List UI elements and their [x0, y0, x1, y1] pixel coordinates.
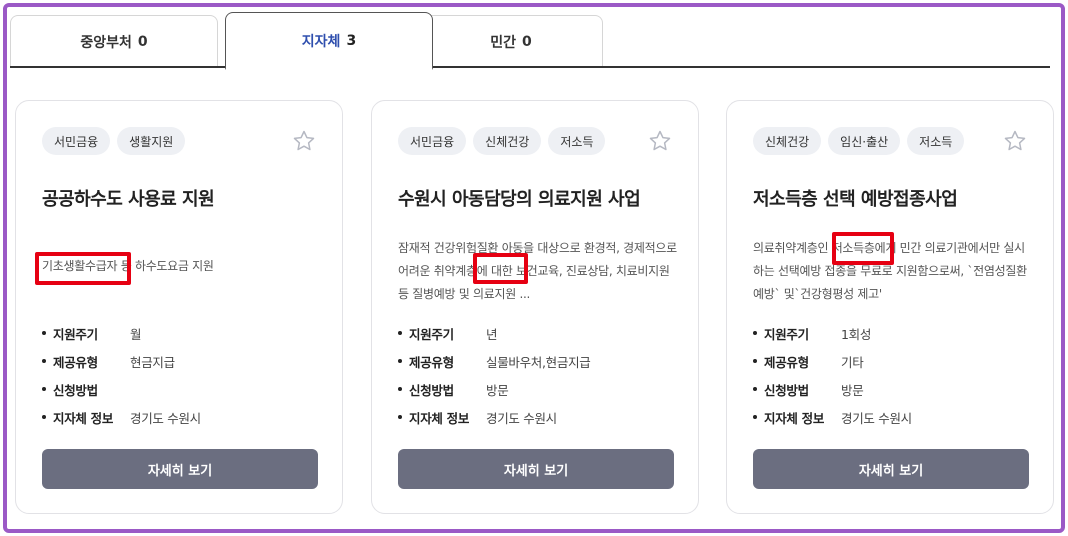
info-row: 제공유형 기타	[753, 347, 912, 375]
tag-list: 서민금융 신체건강 저소득	[398, 127, 606, 155]
info-row: 지원주기 월	[42, 319, 201, 347]
service-description: 잠재적 건강위험질환 아동을 대상으로 환경적, 경제적으로 어려운 취약계층에…	[398, 241, 677, 301]
service-title: 공공하수도 사용료 지원	[42, 189, 215, 210]
tab-label: 중앙부처	[80, 35, 132, 51]
info-value: 년	[486, 326, 498, 342]
info-value: 방문	[841, 382, 864, 398]
info-key: 지원주기	[53, 326, 98, 342]
tag-list: 서민금융 생활지원	[42, 127, 186, 155]
tab-count: 0	[522, 34, 532, 50]
service-card: 서민금융 신체건강 저소득 수원시 아동담당의 의료지원 사업 잠재적 건강위험…	[371, 100, 699, 514]
star-outline-icon[interactable]	[292, 129, 316, 153]
service-card: 서민금융 생활지원 공공하수도 사용료 지원 기초생활수급자 등 하수도요금 지…	[15, 100, 343, 514]
star-outline-icon[interactable]	[648, 129, 672, 153]
info-key: 신청방법	[53, 382, 98, 398]
service-card: 신체건강 임신·출산 저소득 저소득층 선택 예방접종사업 의료취약계층인 저소…	[726, 100, 1054, 514]
info-value: 현금지급	[130, 354, 175, 370]
info-key: 제공유형	[53, 354, 98, 370]
service-title: 저소득층 선택 예방접종사업	[753, 189, 958, 210]
info-key: 지자체 정보	[53, 410, 114, 426]
tab-label: 지자체	[301, 33, 341, 50]
service-info-list: 지원주기 1회성 제공유형 기타 신청방법 방문 지자체 정보 경기도 수원시	[753, 319, 912, 431]
tab-count: 3	[346, 32, 357, 49]
tab-count: 0	[137, 34, 148, 50]
info-row: 신청방법	[42, 375, 201, 403]
info-value: 기타	[841, 354, 864, 370]
tag: 임신·출산	[828, 127, 901, 155]
info-key: 지원주기	[764, 326, 809, 342]
tag: 저소득	[548, 127, 606, 155]
tag: 생활지원	[117, 127, 186, 155]
tab-bar: 중앙부처 0 지자체 3 민간 0	[10, 12, 1050, 70]
service-description: 기초생활수급자 등 하수도요금 지원	[42, 259, 214, 273]
info-row: 지원주기 년	[398, 319, 590, 347]
tab-private[interactable]: 민간 0	[419, 15, 603, 68]
service-description: 의료취약계층인 저소득층에게 민간 의료기관에서만 실시하는 선택예방 접종을 …	[753, 241, 1027, 301]
service-title: 수원시 아동담당의 의료지원 사업	[398, 189, 641, 210]
info-key: 신청방법	[764, 382, 809, 398]
info-row: 신청방법 방문	[753, 375, 912, 403]
tag: 신체건강	[473, 127, 542, 155]
star-outline-icon[interactable]	[1003, 129, 1027, 153]
info-key: 제공유형	[764, 354, 809, 370]
tab-underline	[10, 66, 1050, 68]
service-card-list: 서민금융 생활지원 공공하수도 사용료 지원 기초생활수급자 등 하수도요금 지…	[10, 96, 1054, 516]
info-value: 방문	[486, 382, 509, 398]
tag: 신체건강	[753, 127, 822, 155]
info-value: 실물바우처,현금지급	[486, 354, 591, 370]
view-details-button[interactable]: 자세히 보기	[42, 449, 318, 489]
tag: 저소득	[907, 127, 965, 155]
info-value: 월	[130, 326, 142, 342]
info-row: 지자체 정보 경기도 수원시	[398, 403, 590, 431]
tab-central-ministry[interactable]: 중앙부처 0	[10, 15, 218, 68]
view-details-button[interactable]: 자세히 보기	[398, 449, 674, 489]
info-row: 제공유형 실물바우처,현금지급	[398, 347, 591, 375]
info-key: 지원주기	[409, 326, 454, 342]
info-key: 지자체 정보	[764, 410, 825, 426]
info-key: 신청방법	[409, 382, 454, 398]
info-value: 경기도 수원시	[486, 410, 557, 426]
tag: 서민금융	[42, 127, 111, 155]
info-value: 경기도 수원시	[841, 410, 912, 426]
info-row: 지원주기 1회성	[753, 319, 912, 347]
info-row: 제공유형 현금지급	[42, 347, 201, 375]
tab-local-government[interactable]: 지자체 3	[225, 12, 433, 70]
info-row: 지자체 정보 경기도 수원시	[753, 403, 912, 431]
info-value: 경기도 수원시	[130, 410, 201, 426]
tab-label: 민간	[490, 35, 516, 51]
info-key: 제공유형	[409, 354, 454, 370]
service-info-list: 지원주기 년 제공유형 실물바우처,현금지급 신청방법 방문 지자체 정보 경기도 수원…	[398, 319, 591, 431]
info-row: 지자체 정보 경기도 수원시	[42, 403, 201, 431]
tag-list: 신체건강 임신·출산 저소득	[753, 127, 965, 155]
tag: 서민금융	[398, 127, 467, 155]
service-info-list: 지원주기 월 제공유형 현금지급 신청방법 지자체 정보 경기도 수원시	[42, 319, 201, 431]
info-row: 신청방법 방문	[398, 375, 590, 403]
info-key: 지자체 정보	[409, 410, 470, 426]
view-details-button[interactable]: 자세히 보기	[753, 449, 1029, 489]
info-value: 1회성	[841, 326, 872, 342]
